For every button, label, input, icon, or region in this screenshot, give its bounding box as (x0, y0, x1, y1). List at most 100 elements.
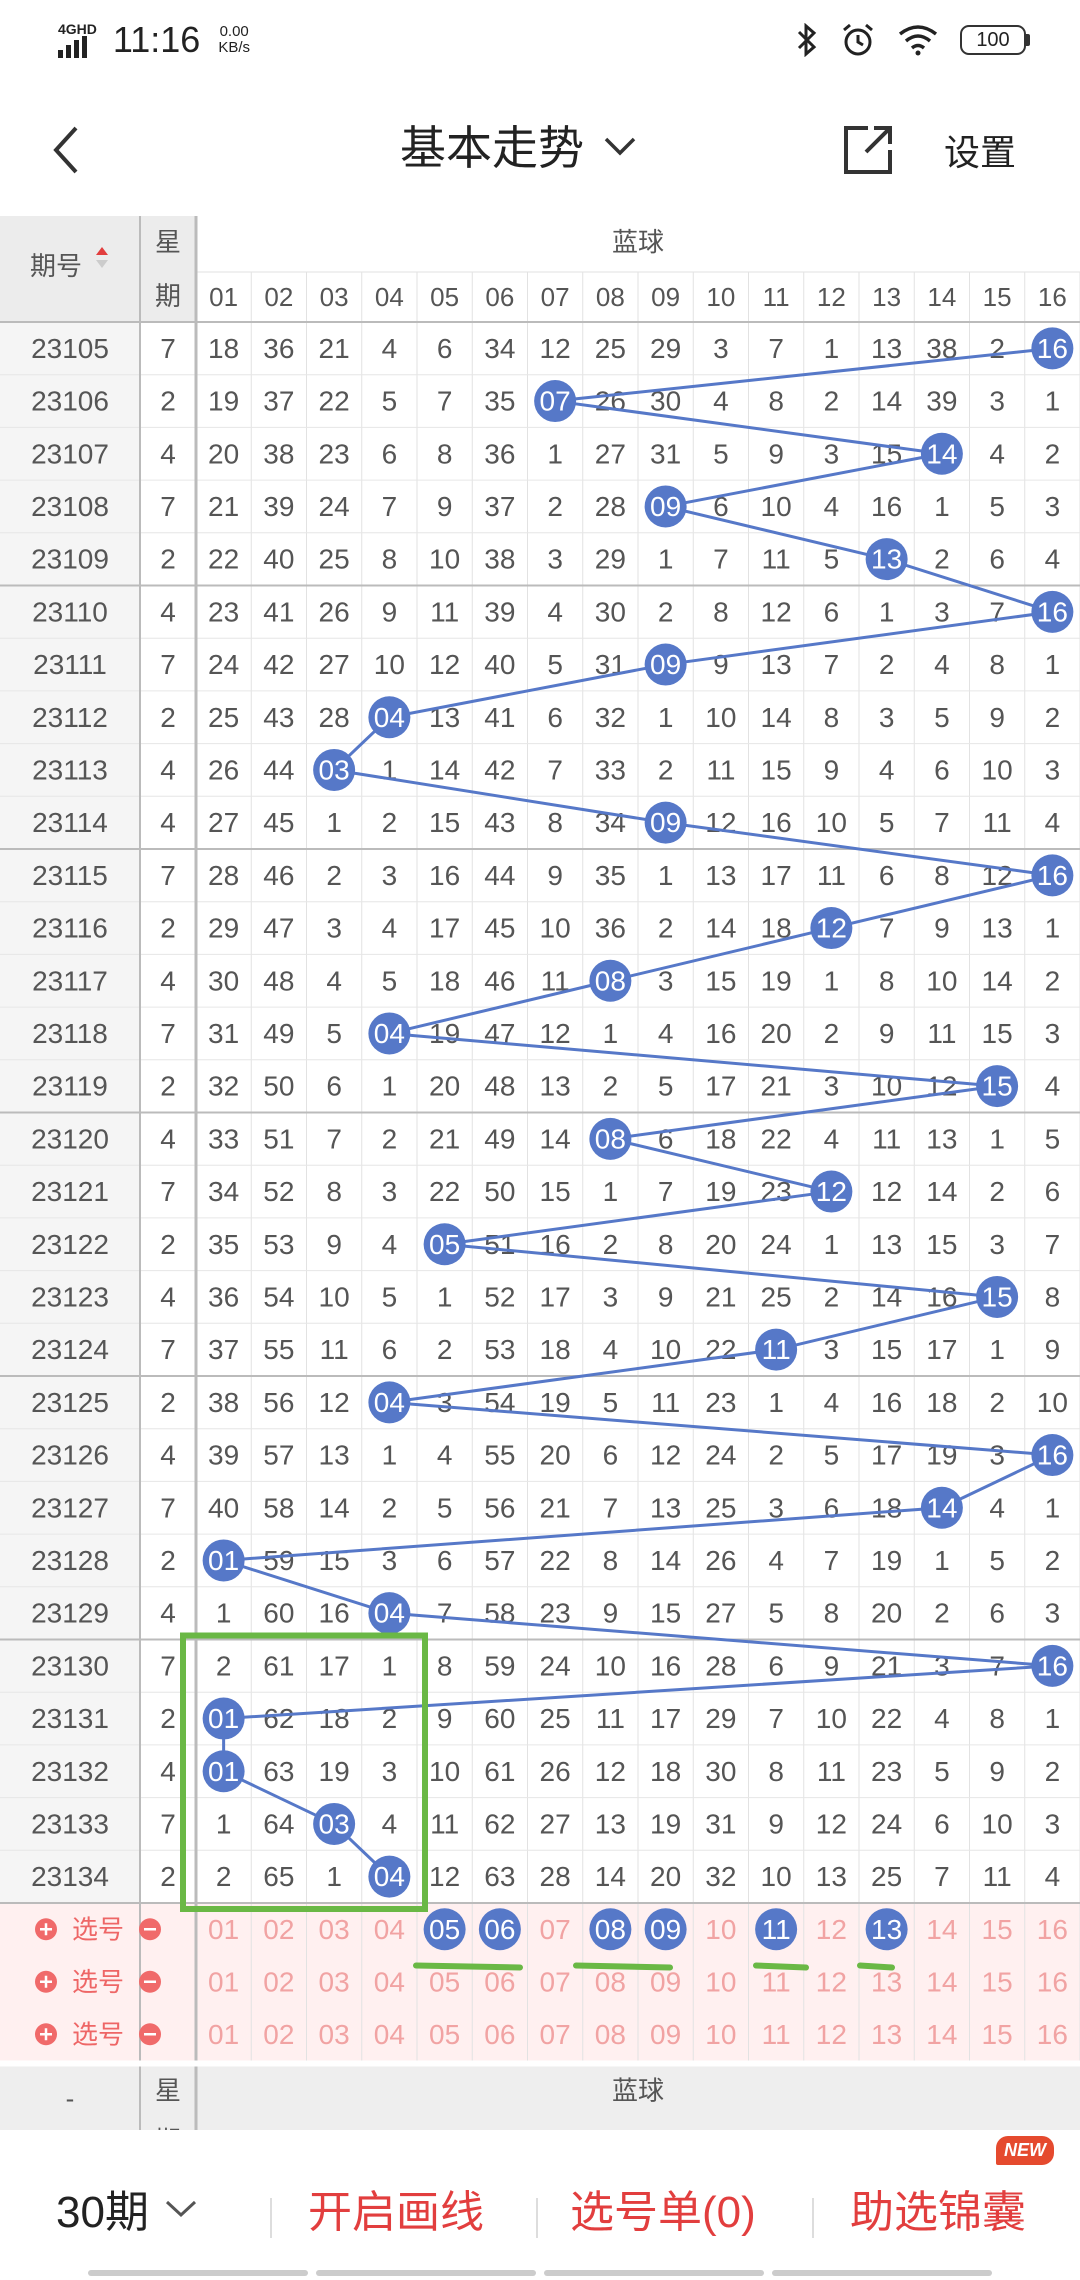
selector-number[interactable]: 16 (1037, 1914, 1068, 1945)
blue-ball: 07 (534, 380, 577, 423)
period-cell: 23108 (31, 491, 109, 522)
draw-line-button[interactable]: 开启画线 (308, 2176, 484, 2240)
miss-count-cell: 21 (705, 1281, 736, 1312)
miss-count-cell: 21 (761, 1071, 792, 1102)
selector-number[interactable]: 15 (982, 1914, 1013, 1945)
miss-count-cell: 44 (263, 754, 294, 785)
selected-ball[interactable]: 13 (865, 1908, 908, 1951)
selector-number[interactable]: 13 (871, 2019, 902, 2050)
selector-number[interactable]: 03 (319, 2019, 350, 2050)
selector-number[interactable]: 12 (816, 2019, 847, 2050)
miss-count-cell: 43 (484, 807, 515, 838)
miss-count-cell: 12 (816, 1808, 847, 1839)
selector-number[interactable]: 04 (374, 1966, 405, 1997)
selector-number[interactable]: 10 (705, 1966, 736, 1997)
column-header: 02 (264, 282, 293, 312)
miss-count-cell: 61 (484, 1756, 515, 1787)
miss-count-cell: 10 (982, 1808, 1013, 1839)
miss-count-cell: 58 (263, 1492, 294, 1523)
miss-count-cell: 9 (382, 596, 398, 627)
selector-number[interactable]: 09 (650, 1966, 681, 1997)
share-icon[interactable] (838, 120, 898, 180)
selector-number[interactable]: 03 (319, 1966, 350, 1997)
miss-count-cell: 4 (989, 438, 1005, 469)
selector-number[interactable]: 14 (926, 1966, 957, 1997)
selector-number[interactable]: 01 (208, 2019, 239, 2050)
selected-ball[interactable]: 08 (589, 1908, 632, 1951)
selected-ball[interactable]: 11 (755, 1908, 798, 1951)
week-cell: 2 (160, 1703, 176, 1734)
settings-button[interactable]: 设置 (944, 124, 1016, 176)
highlight-underline (857, 1962, 895, 1971)
selector-number[interactable]: 01 (208, 1914, 239, 1945)
selector-number[interactable]: 04 (374, 2019, 405, 2050)
selector-number[interactable]: 07 (540, 1914, 571, 1945)
selector-number[interactable]: 06 (484, 1966, 515, 1997)
miss-count-cell: 4 (382, 333, 398, 364)
selector-number[interactable]: 09 (650, 2019, 681, 2050)
selection-list-button[interactable]: 选号单(0) (570, 2176, 756, 2240)
miss-count-cell: 2 (1045, 965, 1061, 996)
selector-number[interactable]: 13 (871, 1966, 902, 1997)
period-cell: 23132 (31, 1756, 109, 1787)
trend-type-dropdown[interactable]: 基本走势 (400, 112, 638, 178)
miss-count-cell: 5 (824, 1440, 840, 1471)
selector-number[interactable]: 16 (1037, 1966, 1068, 1997)
period-count-select[interactable]: 30期 (56, 2176, 199, 2240)
miss-count-cell: 1 (989, 1123, 1005, 1154)
selector-number[interactable]: 10 (705, 2019, 736, 2050)
selector-number[interactable]: 11 (762, 1966, 791, 1997)
miss-count-cell: 5 (768, 1598, 784, 1629)
helper-button[interactable]: 助选锦囊 (850, 2176, 1026, 2240)
selected-ball[interactable]: 05 (423, 1908, 466, 1951)
selector-number[interactable]: 14 (926, 1914, 957, 1945)
miss-count-cell: 1 (879, 596, 895, 627)
miss-count-cell: 8 (879, 965, 895, 996)
miss-count-cell: 6 (382, 1334, 398, 1365)
miss-count-cell: 9 (437, 1703, 453, 1734)
miss-count-cell: 49 (263, 1018, 294, 1049)
selector-number[interactable]: 02 (263, 1966, 294, 1997)
selector-number[interactable]: 05 (429, 1966, 460, 1997)
table-row: 23120 4 33 51 7 2 21 49 14 6 18 22 4 11 13 1 5 (31, 1123, 1060, 1154)
selector-number[interactable]: 15 (982, 1966, 1013, 1997)
selector-number[interactable]: 01 (208, 1966, 239, 1997)
miss-count-cell: 12 (926, 1071, 957, 1102)
period-header[interactable]: 期号 (30, 251, 82, 281)
selector-number[interactable]: 08 (595, 1966, 626, 1997)
selector-number[interactable]: 08 (595, 2019, 626, 2050)
selector-number[interactable]: 15 (982, 2019, 1013, 2050)
selector-number[interactable]: 12 (816, 1966, 847, 1997)
period-cell: 23126 (31, 1440, 109, 1471)
blue-ball: 12 (810, 1170, 853, 1213)
selected-ball[interactable]: 06 (478, 1908, 521, 1951)
week-cell: 7 (160, 491, 176, 522)
back-arrow-icon[interactable] (40, 120, 100, 180)
selector-number[interactable]: 07 (540, 1966, 571, 1997)
selector-number[interactable]: 02 (263, 2019, 294, 2050)
week-cell: 7 (160, 1650, 176, 1681)
period-cell: 23111 (33, 649, 107, 680)
selector-number[interactable]: 14 (926, 2019, 957, 2050)
selector-number[interactable]: 04 (374, 1914, 405, 1945)
selector-number[interactable]: 06 (484, 2019, 515, 2050)
selector-number[interactable]: 12 (816, 1914, 847, 1945)
selector-number[interactable]: 03 (319, 1914, 350, 1945)
miss-count-cell: 12 (540, 1018, 571, 1049)
miss-count-cell: 32 (595, 702, 626, 733)
miss-count-cell: 53 (263, 1229, 294, 1260)
miss-count-cell: 13 (982, 913, 1013, 944)
miss-count-cell: 5 (934, 702, 950, 733)
selector-number[interactable]: 16 (1037, 2019, 1068, 2050)
selector-number[interactable]: 07 (540, 2019, 571, 2050)
miss-count-cell: 30 (595, 596, 626, 627)
chevron-down-icon (604, 137, 636, 156)
miss-count-cell: 10 (1037, 1387, 1068, 1418)
miss-count-cell: 7 (547, 754, 563, 785)
selector-number[interactable]: 10 (705, 1914, 736, 1945)
selected-ball[interactable]: 09 (644, 1908, 687, 1951)
selector-number[interactable]: 11 (762, 2019, 791, 2050)
miss-count-cell: 23 (208, 596, 239, 627)
selector-number[interactable]: 02 (263, 1914, 294, 1945)
selector-number[interactable]: 05 (429, 2019, 460, 2050)
